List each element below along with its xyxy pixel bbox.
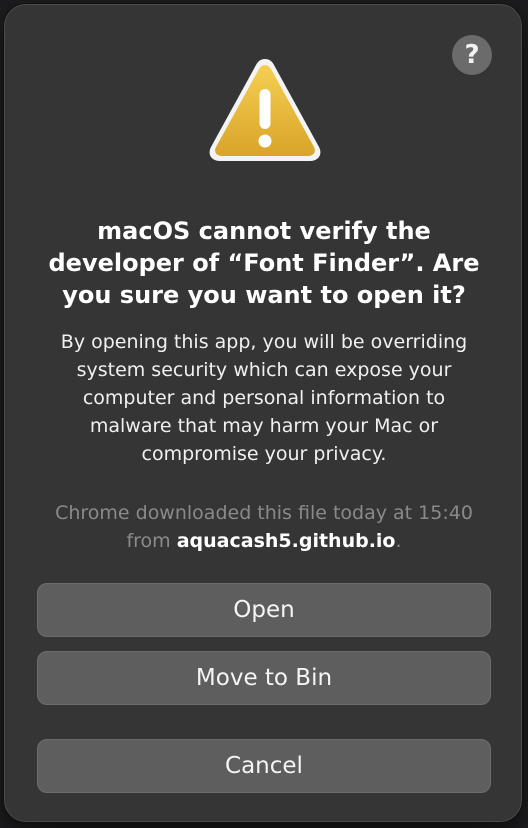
move-to-bin-button[interactable]: Move to Bin <box>37 651 491 705</box>
security-alert-dialog: ? macOS cannot verify the developer of “… <box>4 4 522 822</box>
open-button-label: Open <box>233 597 295 623</box>
cancel-button[interactable]: Cancel <box>37 739 491 793</box>
help-label: ? <box>464 40 480 70</box>
help-button[interactable]: ? <box>452 35 492 75</box>
source-domain: aquacash5.github.io <box>176 530 396 552</box>
source-suffix: . <box>395 530 402 552</box>
move-to-bin-button-label: Move to Bin <box>195 665 333 691</box>
warning-triangle-icon <box>209 59 321 161</box>
open-button[interactable]: Open <box>37 583 491 637</box>
download-source-text: Chrome downloaded this file today at 15:… <box>45 499 483 555</box>
cancel-button-label: Cancel <box>225 753 303 779</box>
dialog-title: macOS cannot verify the developer of “Fo… <box>48 217 480 309</box>
dialog-message: By opening this app, you will be overrid… <box>60 331 468 465</box>
